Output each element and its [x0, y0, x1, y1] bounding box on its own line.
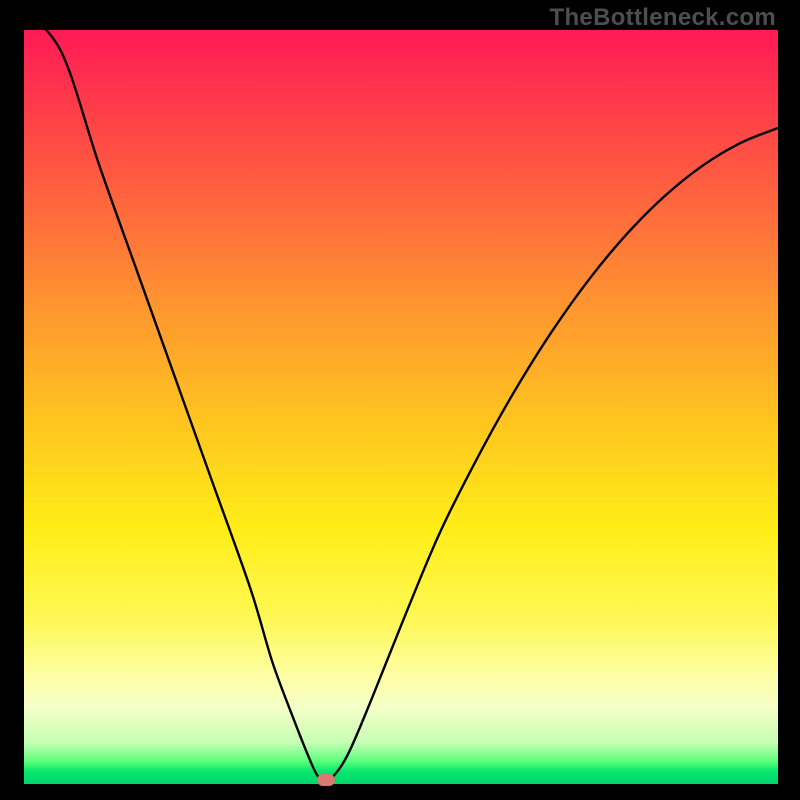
bottleneck-curve	[24, 30, 778, 784]
chart-frame: TheBottleneck.com	[0, 0, 800, 800]
optimum-marker	[317, 774, 335, 786]
watermark-text: TheBottleneck.com	[550, 4, 776, 32]
chart-plot-area	[24, 30, 778, 784]
